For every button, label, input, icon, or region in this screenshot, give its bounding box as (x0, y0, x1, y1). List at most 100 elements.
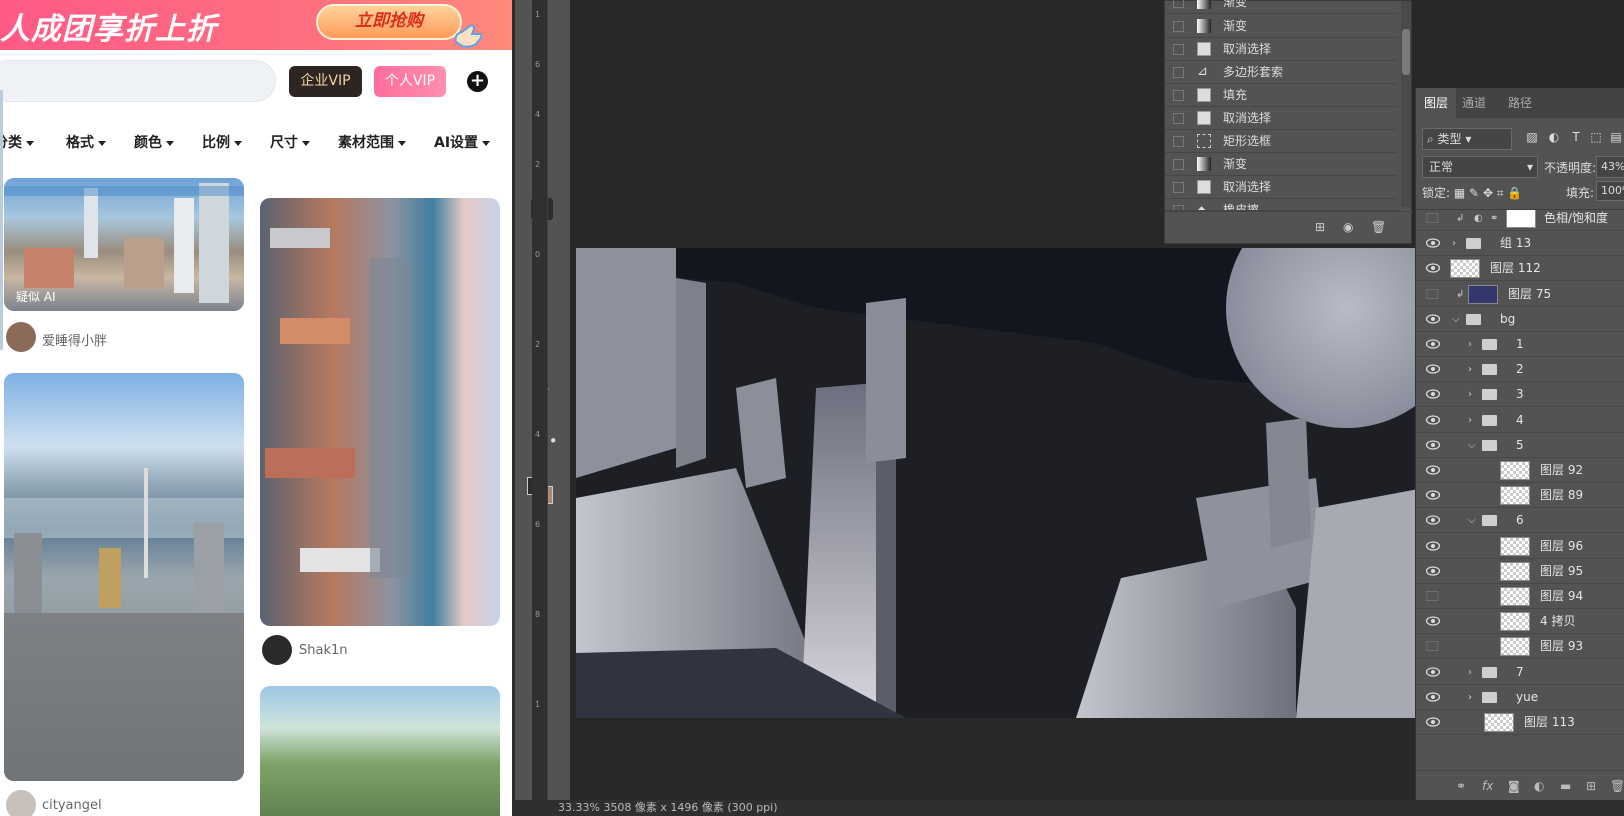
personal-vip-button[interactable]: 个人VIP (374, 66, 446, 97)
checkbox[interactable] (1173, 159, 1184, 170)
eye-hidden-icon[interactable] (1426, 213, 1440, 223)
buy-now-button[interactable]: 立即抢购 (316, 4, 462, 40)
layer-thumbnail[interactable] (1500, 486, 1530, 506)
type-filter-icon[interactable]: T (1568, 130, 1584, 146)
checkbox[interactable] (1173, 21, 1184, 32)
layer-group-row[interactable]: › yue (1416, 685, 1624, 710)
mask-thumbnail[interactable] (1506, 210, 1536, 228)
filter-category[interactable]: 分类 (0, 132, 34, 152)
lock-all-icon[interactable]: 🔒 (1507, 186, 1522, 200)
eye-icon[interactable] (1426, 540, 1440, 551)
layer-group-row[interactable]: ⌵ 6 (1416, 508, 1624, 534)
history-item[interactable]: 填充 (1165, 84, 1397, 107)
eye-icon[interactable] (1426, 717, 1440, 727)
checkbox[interactable] (1173, 67, 1184, 78)
layer-thumbnail[interactable] (1500, 536, 1530, 556)
layer-row[interactable]: 图层 95 (1416, 559, 1624, 584)
layer-thumbnail[interactable] (1500, 561, 1530, 581)
tab-channels[interactable]: 通道 (1462, 88, 1486, 118)
layer-row[interactable]: 图层 113 (1416, 710, 1624, 735)
layer-group-row[interactable]: ⌵ bg (1416, 307, 1624, 332)
link-icon[interactable]: ⚭ (1456, 779, 1470, 793)
layer-group-row[interactable]: › 2 (1416, 357, 1624, 383)
avatar[interactable] (262, 635, 292, 665)
chevron-right-icon[interactable]: › (1468, 685, 1472, 710)
filter-scope[interactable]: 素材范围 (338, 132, 406, 152)
trash-icon[interactable]: 🗑 (1610, 779, 1624, 793)
layer-thumbnail[interactable] (1450, 259, 1480, 279)
layer-group-row[interactable]: › 1 (1416, 332, 1624, 357)
card-author[interactable]: cityangel (42, 798, 102, 813)
layer-thumbnail[interactable] (1500, 587, 1530, 606)
link-icon[interactable]: ⚭ (1490, 210, 1498, 231)
eye-icon[interactable] (1426, 314, 1440, 324)
layer-row[interactable]: 图层 112 (1416, 256, 1624, 282)
add-icon[interactable]: + (467, 71, 488, 92)
history-item[interactable]: 渐变 (1165, 15, 1397, 38)
eye-icon[interactable] (1426, 414, 1440, 425)
lock-position-icon[interactable]: ✥ (1483, 186, 1493, 200)
layer-filter-select[interactable]: ⌕ 类型 ▾ (1422, 128, 1512, 150)
search-input[interactable] (0, 60, 276, 102)
smart-object-filter-icon[interactable]: ▤ (1608, 130, 1624, 146)
layer-thumbnail[interactable] (1468, 284, 1498, 304)
chevron-right-icon[interactable]: › (1468, 382, 1472, 407)
tab-layers[interactable]: 图层 (1416, 88, 1457, 118)
eye-icon[interactable] (1426, 440, 1440, 450)
history-item[interactable]: 渐变 (1165, 0, 1397, 14)
layer-thumbnail[interactable] (1500, 612, 1530, 632)
layer-row[interactable]: 图层 94 (1416, 584, 1624, 609)
eye-icon[interactable] (1426, 692, 1440, 702)
history-scrollbar[interactable] (1401, 1, 1411, 207)
chevron-right-icon[interactable]: › (1468, 332, 1472, 357)
filter-size[interactable]: 尺寸 (270, 132, 310, 152)
enterprise-vip-button[interactable]: 企业VIP (289, 66, 362, 97)
new-layer-icon[interactable]: ⊞ (1586, 779, 1600, 793)
promo-banner[interactable]: 人成团享折上折 立即抢购 (0, 0, 512, 50)
history-item[interactable]: 取消选择 (1165, 107, 1397, 130)
chevron-right-icon[interactable]: › (1468, 408, 1472, 433)
checkbox[interactable] (1173, 0, 1184, 8)
eye-icon[interactable] (1426, 389, 1440, 399)
eye-icon[interactable] (1426, 666, 1440, 677)
filter-ratio[interactable]: 比例 (202, 132, 242, 152)
camera-icon[interactable]: ◉ (1343, 220, 1357, 234)
layer-group-row[interactable]: › 4 (1416, 408, 1624, 433)
lock-transparency-icon[interactable]: ▦ (1454, 186, 1465, 200)
document-canvas[interactable] (576, 248, 1424, 718)
layer-thumbnail[interactable] (1500, 637, 1530, 657)
eye-icon[interactable] (1426, 465, 1440, 475)
layer-row[interactable]: 图层 92 (1416, 458, 1624, 483)
trash-icon[interactable]: 🗑 (1371, 220, 1386, 234)
filter-ai-settings[interactable]: AI设置 (434, 132, 491, 152)
history-item[interactable]: 取消选择 (1165, 176, 1397, 199)
layer-row[interactable]: ↲ ◐ ⚭ 色相/饱和度 (1416, 210, 1624, 231)
checkbox[interactable] (1173, 136, 1184, 147)
shape-filter-icon[interactable]: ⬚ (1588, 130, 1604, 146)
eye-icon[interactable] (1426, 616, 1440, 626)
checkbox[interactable] (1173, 90, 1184, 101)
eye-icon[interactable] (1426, 566, 1440, 576)
eye-icon[interactable] (1426, 515, 1440, 525)
layer-thumbnail[interactable] (1484, 713, 1514, 732)
adjustment-layer-icon[interactable]: ◐ (1534, 779, 1548, 793)
history-item[interactable]: ⊿ 多边形套索 (1165, 61, 1397, 84)
layer-row[interactable]: ↲ 图层 75 (1416, 282, 1624, 307)
layer-row[interactable]: 4 拷贝 (1416, 609, 1624, 635)
history-item[interactable]: 渐变 (1165, 153, 1397, 176)
checkbox[interactable] (1173, 44, 1184, 55)
avatar[interactable] (6, 790, 36, 816)
history-item[interactable]: ◆ 橡皮擦 (1165, 199, 1397, 211)
blend-mode-select[interactable]: 正常 ▾ (1422, 156, 1538, 178)
avatar[interactable] (6, 322, 36, 352)
eye-hidden-icon[interactable] (1426, 288, 1440, 299)
lock-artboard-icon[interactable]: ⌗ (1497, 186, 1504, 200)
layer-row[interactable]: 图层 89 (1416, 483, 1624, 509)
chevron-down-icon[interactable]: ⌵ (1468, 508, 1476, 533)
layer-group-row[interactable]: ⌵ 5 (1416, 433, 1624, 458)
chevron-right-icon[interactable]: › (1452, 231, 1456, 256)
card-author[interactable]: Shak1n (299, 643, 348, 658)
history-item[interactable]: 矩形选框 (1165, 130, 1397, 153)
filter-color[interactable]: 颜色 (134, 132, 174, 152)
tab-paths[interactable]: 路径 (1508, 88, 1532, 118)
